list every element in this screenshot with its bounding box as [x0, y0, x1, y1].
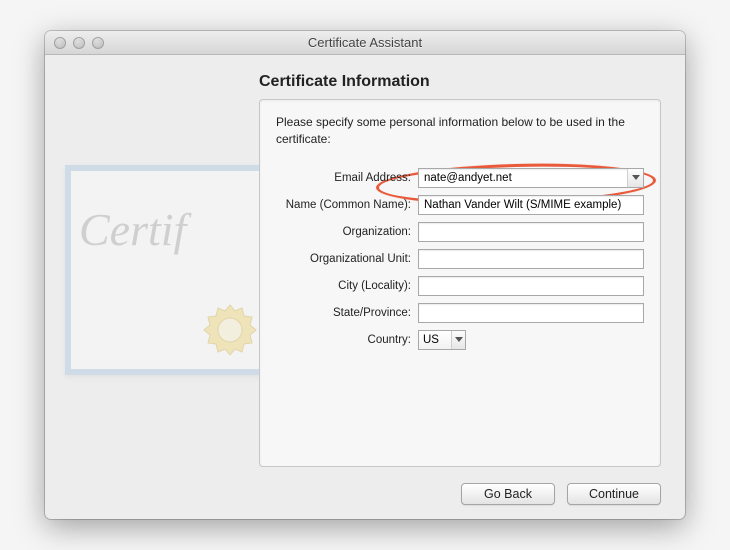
- chevron-down-icon: [632, 175, 640, 180]
- certificate-script-text: Certif: [79, 203, 186, 256]
- ou-label: Organizational Unit:: [276, 253, 418, 265]
- go-back-button[interactable]: Go Back: [461, 483, 555, 505]
- row-country: Country: US: [276, 330, 644, 350]
- email-field[interactable]: [418, 168, 644, 188]
- country-dropdown-button[interactable]: [451, 331, 465, 349]
- country-label: Country:: [276, 334, 418, 346]
- email-combo[interactable]: [418, 168, 644, 188]
- state-label: State/Province:: [276, 307, 418, 319]
- email-label: Email Address:: [276, 172, 418, 184]
- state-field[interactable]: [418, 303, 644, 323]
- city-field[interactable]: [418, 276, 644, 296]
- content-area: Certif Certificate Information Please sp…: [45, 55, 685, 519]
- row-state: State/Province:: [276, 303, 644, 323]
- ou-field[interactable]: [418, 249, 644, 269]
- org-field[interactable]: [418, 222, 644, 242]
- row-email: Email Address:: [276, 168, 644, 188]
- name-field[interactable]: [418, 195, 644, 215]
- chevron-down-icon: [455, 337, 463, 342]
- continue-button[interactable]: Continue: [567, 483, 661, 505]
- org-label: Organization:: [276, 226, 418, 238]
- country-select[interactable]: US: [418, 330, 466, 350]
- row-name: Name (Common Name):: [276, 195, 644, 215]
- email-dropdown-button[interactable]: [627, 169, 643, 187]
- info-panel: Please specify some personal information…: [259, 99, 661, 467]
- button-row: Go Back Continue: [461, 483, 661, 505]
- window-title: Certificate Assistant: [45, 35, 685, 50]
- seal-icon: [203, 303, 257, 357]
- instruction-text: Please specify some personal information…: [276, 114, 644, 148]
- certificate-graphic: Certif: [65, 165, 275, 375]
- row-ou: Organizational Unit:: [276, 249, 644, 269]
- row-org: Organization:: [276, 222, 644, 242]
- row-city: City (Locality):: [276, 276, 644, 296]
- window: Certificate Assistant Certif Certificate…: [45, 31, 685, 519]
- country-value: US: [423, 334, 439, 346]
- page-title: Certificate Information: [259, 73, 661, 91]
- city-label: City (Locality):: [276, 280, 418, 292]
- name-label: Name (Common Name):: [276, 199, 418, 211]
- titlebar[interactable]: Certificate Assistant: [45, 31, 685, 55]
